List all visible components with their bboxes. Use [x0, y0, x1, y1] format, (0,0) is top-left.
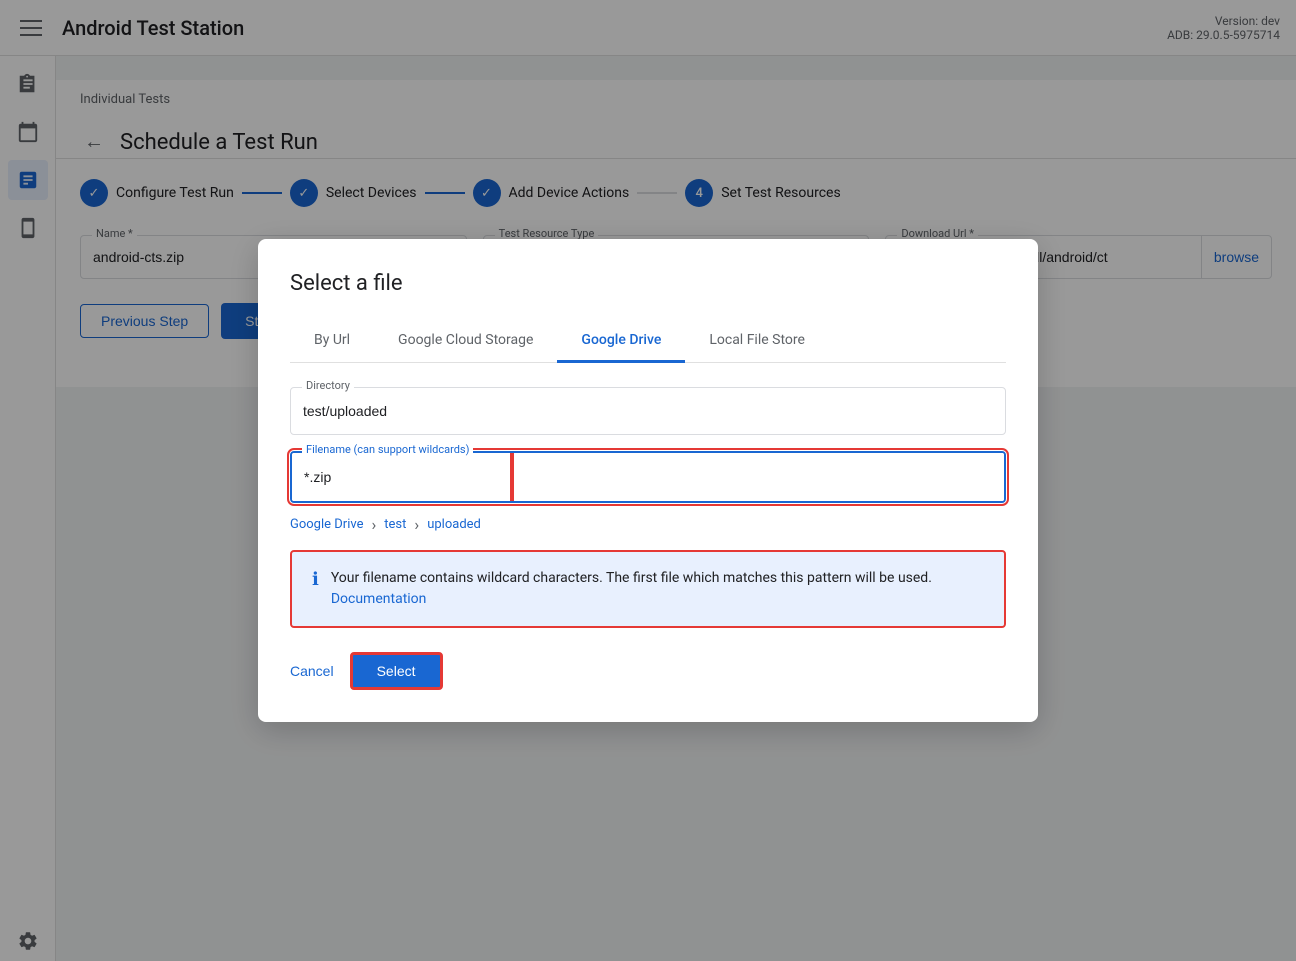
directory-field: Directory: [290, 387, 1006, 435]
tab-google-drive[interactable]: Google Drive: [557, 320, 685, 363]
info-box: ℹ Your filename contains wildcard charac…: [290, 550, 1006, 628]
file-path-breadcrumb: Google Drive › test › uploaded: [290, 515, 1006, 534]
filename-input[interactable]: [292, 453, 512, 501]
modal-tabs: By Url Google Cloud Storage Google Drive…: [290, 320, 1006, 363]
info-icon: ℹ: [312, 569, 319, 590]
breadcrumb-root[interactable]: Google Drive: [290, 517, 363, 532]
modal-buttons: Cancel Select: [290, 652, 1006, 690]
tab-google-cloud[interactable]: Google Cloud Storage: [374, 320, 557, 363]
tab-local-file[interactable]: Local File Store: [685, 320, 829, 363]
filename-field: Filename (can support wildcards): [290, 451, 1006, 503]
filename-left: [292, 453, 514, 501]
modal-overlay: Select a file By Url Google Cloud Storag…: [0, 0, 1296, 961]
breadcrumb-path1[interactable]: test: [384, 517, 406, 532]
modal-title: Select a file: [290, 271, 1006, 296]
modal-cancel-button[interactable]: Cancel: [290, 663, 334, 679]
modal-select-button[interactable]: Select: [350, 652, 443, 690]
breadcrumb-path2[interactable]: uploaded: [427, 517, 481, 532]
tab-by-url[interactable]: By Url: [290, 320, 374, 363]
sep-1: ›: [371, 515, 376, 534]
documentation-link[interactable]: Documentation: [331, 591, 427, 607]
filename-input-right[interactable]: [514, 453, 1004, 501]
filename-label: Filename (can support wildcards): [302, 443, 473, 456]
sep-2: ›: [414, 515, 419, 534]
select-file-modal: Select a file By Url Google Cloud Storag…: [258, 239, 1038, 722]
directory-label: Directory: [302, 379, 354, 392]
directory-input[interactable]: [290, 387, 1006, 435]
info-text: Your filename contains wildcard characte…: [331, 568, 984, 610]
